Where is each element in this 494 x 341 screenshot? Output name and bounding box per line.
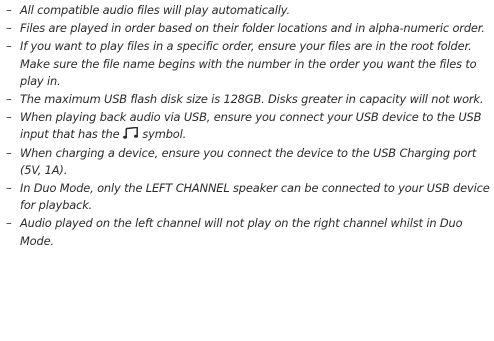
note-item: – When charging a device, ensure you con… [4,145,490,179]
note-text-before-icon: When playing back audio via USB, ensure … [20,110,482,142]
notes-list: – All compatible audio files will play a… [4,2,490,250]
bullet-dash: – [6,3,12,17]
note-text: All compatible audio files will play aut… [20,3,290,17]
note-item: – When playing back audio via USB, ensur… [4,109,490,143]
note-item: – Files are played in order based on the… [4,20,490,37]
note-item: – Audio played on the left channel will … [4,215,490,249]
note-text: Audio played on the left channel will no… [20,216,463,248]
bullet-dash: – [6,92,12,107]
note-text: The maximum USB flash disk size is 128GB… [20,92,484,107]
bullet-dash: – [6,181,12,196]
note-text: If you want to play files in a specific … [20,39,477,88]
bullet-dash: – [6,21,12,36]
note-text: When charging a device, ensure you conne… [20,145,477,177]
note-item: – If you want to play files in a specifi… [4,38,490,90]
bullet-dash: – [6,145,12,160]
bullet-dash: – [6,110,12,125]
music-note-icon [123,126,139,140]
bullet-dash: – [6,39,12,54]
bullet-dash: – [6,216,12,231]
note-text: Files are played in order based on their… [20,21,485,36]
note-text-after-icon: symbol. [138,127,187,142]
usb-playback-notes: – All compatible audio files will play a… [4,2,490,251]
note-text: In Duo Mode, only the LEFT CHANNEL speak… [20,181,490,213]
note-item: – In Duo Mode, only the LEFT CHANNEL spe… [4,180,490,214]
note-item: – The maximum USB flash disk size is 128… [4,91,490,108]
note-item: – All compatible audio files will play a… [4,2,490,19]
